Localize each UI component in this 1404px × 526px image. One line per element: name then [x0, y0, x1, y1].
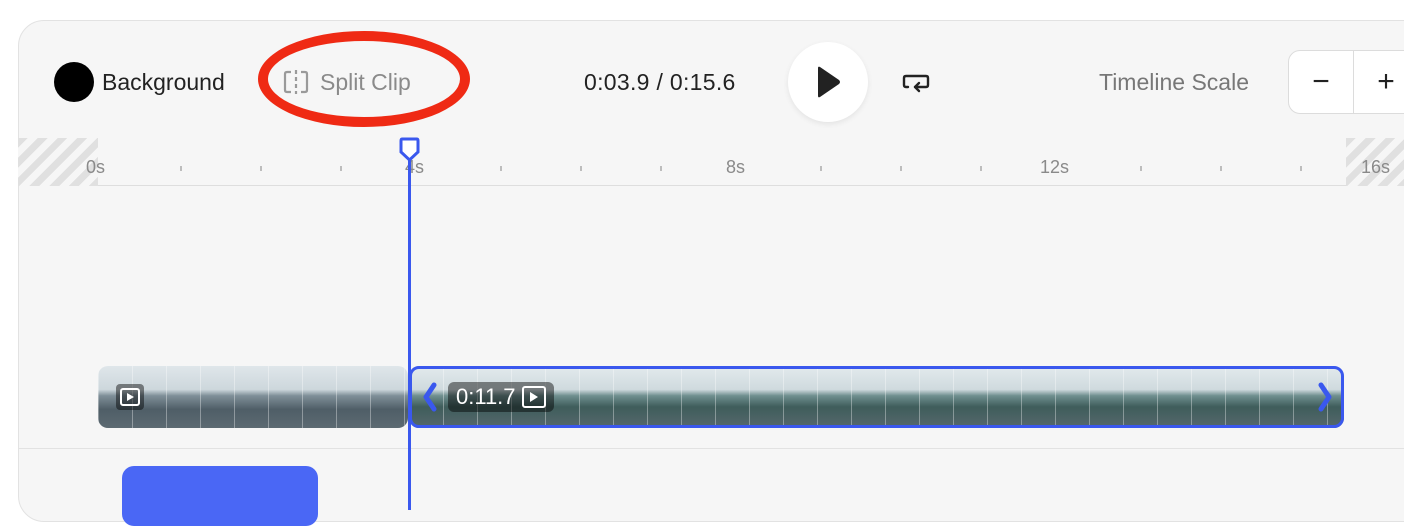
ruler-label-12s: 12s [1040, 157, 1070, 177]
timeline-scale-control: − + [1288, 50, 1404, 114]
split-clip-icon [283, 70, 309, 94]
playhead-handle[interactable] [399, 137, 420, 163]
ruler-tick [660, 166, 662, 171]
ruler-label-0s: 0s [86, 157, 106, 177]
split-clip-button[interactable]: Split Clip [282, 60, 411, 104]
ruler-tick [1220, 166, 1222, 171]
video-clip-icon [116, 384, 144, 410]
ruler-tick [820, 166, 822, 171]
video-clip-1[interactable] [98, 366, 408, 428]
ruler-tick [500, 166, 502, 171]
play-button[interactable] [788, 42, 868, 122]
current-time: 0:03.9 [584, 69, 650, 95]
play-icon [818, 66, 840, 98]
trim-handle-left-icon[interactable] [421, 380, 439, 414]
ruler-tick [1140, 166, 1142, 171]
ruler-label-16s: 16s [1361, 157, 1391, 177]
clip-duration-badge: 0:11.7 [448, 382, 554, 412]
background-label[interactable]: Background [102, 68, 225, 96]
ruler-tick [340, 166, 342, 171]
time-separator: / [656, 69, 664, 95]
ruler-tick [260, 166, 262, 171]
ruler-tick [980, 166, 982, 171]
ruler-tick [900, 166, 902, 171]
clip-1-thumbnails [98, 366, 408, 428]
ruler-tick [180, 166, 182, 171]
zoom-out-button[interactable]: − [1289, 51, 1353, 113]
video-clip-icon [521, 386, 546, 408]
time-display: 0:03.9 / 0:15.6 [584, 68, 736, 96]
playhead-line [408, 150, 411, 510]
track-item[interactable] [122, 466, 318, 526]
background-color-swatch[interactable] [54, 62, 94, 102]
clip-duration: 0:11.7 [456, 384, 516, 409]
split-clip-label: Split Clip [320, 68, 411, 95]
ruler-tick [580, 166, 582, 171]
total-time: 0:15.6 [669, 69, 736, 95]
timeline-ruler[interactable] [18, 138, 1404, 186]
timeline-scale-label: Timeline Scale [1099, 69, 1249, 95]
loop-button[interactable] [898, 67, 934, 97]
ruler-tick [1300, 166, 1302, 171]
zoom-in-button[interactable]: + [1354, 51, 1404, 113]
ruler-label-8s: 8s [726, 157, 746, 177]
track-separator [18, 448, 1404, 449]
loop-icon [902, 74, 930, 93]
trim-handle-right-icon[interactable] [1316, 380, 1334, 414]
